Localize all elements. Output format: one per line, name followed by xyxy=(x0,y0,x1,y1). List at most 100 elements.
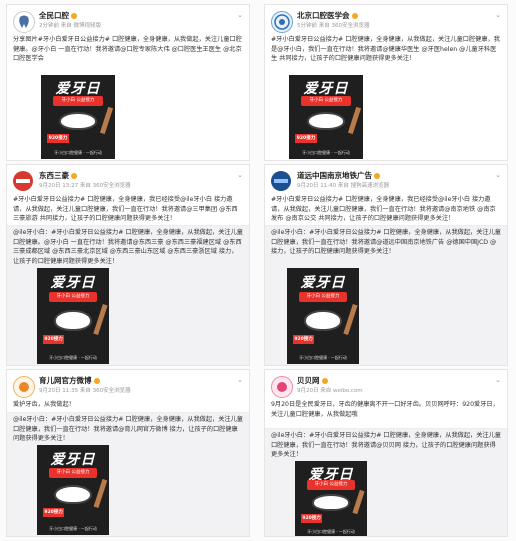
toothbrush-icon xyxy=(343,304,358,336)
weibo-post-card: 育儿网官方微博 9月20日 11:35 来自 360安全浏览器 ⌄ 爱护牙齿，从… xyxy=(6,369,250,537)
weibo-post-card: 东西三豪 9月20日 13:27 来自 360安全浏览器 ⌄ #牙小白爱牙日公益… xyxy=(6,164,250,366)
weibo-post-card: 道远中国南京地铁广告 9月20日 11:40 来自 搜狗高速浏览器 ⌄ #牙小白… xyxy=(264,164,508,366)
poster-ribbon: 牙小白 公益接力 xyxy=(300,96,352,106)
repost-text: @ile牙小白：#牙小白爱牙日公益接力# 口腔健康，全身健康，从我做起，关注儿童… xyxy=(271,229,501,255)
poster-ribbon: 牙小白 公益接力 xyxy=(306,480,356,490)
poster-ribbon: 牙小白 公益接力 xyxy=(298,292,348,302)
repost-text: @ile牙小白：#牙小白爱牙日公益接力# 口腔健康，全身健康，从我做起，关注儿童… xyxy=(271,432,501,458)
account-name[interactable]: 育儿网官方微博 xyxy=(39,375,100,386)
toothbrush-icon xyxy=(352,489,365,515)
post-meta: 9月20日 13:27 来自 360安全浏览器 xyxy=(39,183,131,189)
verified-icon xyxy=(374,173,380,179)
mouth-illustration-icon xyxy=(304,310,342,332)
mouth-illustration-icon xyxy=(58,111,98,131)
avatar[interactable] xyxy=(271,376,293,398)
account-name[interactable]: 北京口腔医学会 xyxy=(297,10,358,21)
post-meta: 9月20日 11:35 来自 360安全浏览器 xyxy=(39,388,131,394)
poster-ribbon: 牙小白 公益接力 xyxy=(48,292,98,302)
chevron-down-icon[interactable]: ⌄ xyxy=(495,376,501,384)
chevron-down-icon[interactable]: ⌄ xyxy=(237,11,243,19)
weibo-post-card: 北京口腔医学会 5分钟前 来自 360安全浏览器 ⌄ #牙小白爱牙日公益接力# … xyxy=(264,4,508,161)
repost-text: @ile牙小白：#牙小白爱牙日公益接力# 口腔健康，全身健康，从我做起，关注儿童… xyxy=(13,229,243,265)
verified-icon xyxy=(71,173,77,179)
poster-title: 爱牙日 xyxy=(50,451,96,468)
post-text: #牙小白爱牙日公益接力# 口腔健康，全身健康，我已经接受@ile牙小白 接力邀请… xyxy=(271,196,496,222)
poster-badge: 920接力 xyxy=(294,133,318,143)
post-meta: 5分钟前 来自 360安全浏览器 xyxy=(297,23,370,29)
mouth-illustration-icon xyxy=(312,494,350,512)
chevron-down-icon[interactable]: ⌄ xyxy=(495,11,501,19)
weibo-post-card: 全民口腔 2分钟前 来自 微博视频版 ⌄ 分享图片#牙小白爱牙日公益接力# 口腔… xyxy=(6,4,250,161)
post-header: 全民口腔 2分钟前 来自 微博视频版 ⌄ xyxy=(13,9,243,33)
post-meta: 9月20日 11:40 来自 搜狗高速浏览器 xyxy=(297,183,390,189)
weibo-post-card: 贝贝网 9月20日 来自 weibo.com ⌄ 9月20日是全民爱牙日，牙齿的… xyxy=(264,369,508,537)
poster-footer: 牙小白口腔健康 · 一起行动 xyxy=(49,526,97,532)
poster-image[interactable]: 爱牙日 牙小白 公益接力 920接力 牙小白口腔健康 · 一起行动 xyxy=(289,75,363,159)
post-text: 爱护牙齿，从我做起！ xyxy=(13,401,75,408)
post-text: #牙小白爱牙日公益接力# 口腔健康，全身健康，从我做起，关注儿童口腔健康，我是@… xyxy=(271,36,500,62)
brand-logo-icon xyxy=(16,179,30,183)
repost-block: @ile牙小白：#牙小白爱牙日公益接力# 口腔健康，全身健康，从我做起，关注儿童… xyxy=(7,412,249,536)
account-name[interactable]: 道远中国南京地铁广告 xyxy=(297,170,380,181)
avatar[interactable] xyxy=(13,11,35,33)
poster-badge: 920接力 xyxy=(42,508,65,517)
repost-block: @ile牙小白：#牙小白爱牙日公益接力# 口腔健康，全身健康，从我做起，关注儿童… xyxy=(265,428,507,536)
avatar[interactable] xyxy=(13,376,35,398)
poster-footer: 牙小白口腔健康 · 一起行动 xyxy=(307,528,355,534)
post-header: 东西三豪 9月20日 13:27 来自 360安全浏览器 ⌄ xyxy=(13,169,243,193)
chevron-down-icon[interactable]: ⌄ xyxy=(237,376,243,384)
verified-icon xyxy=(93,378,100,384)
post-text: 分享图片#牙小白爱牙日公益接力# 口腔健康，全身健康，从我做起，关注儿童口腔健康… xyxy=(13,36,242,62)
verified-icon xyxy=(351,13,358,19)
poster-title: 爱牙日 xyxy=(50,274,96,291)
verified-icon xyxy=(71,13,77,19)
account-name[interactable]: 全民口腔 xyxy=(39,10,77,21)
poster-badge: 920接力 xyxy=(300,514,323,524)
avatar[interactable] xyxy=(271,11,293,33)
toothbrush-icon xyxy=(93,304,108,336)
repost-block: @ile牙小白：#牙小白爱牙日公益接力# 口腔健康，全身健康，从我做起，关注儿童… xyxy=(7,225,249,365)
baby-logo-icon xyxy=(277,382,287,392)
avatar[interactable] xyxy=(13,171,33,191)
metro-logo-icon xyxy=(274,179,288,183)
poster-image[interactable]: 爱牙日 牙小白 公益接力 920接力 牙小白口腔健康 · 一起行动 xyxy=(295,461,367,536)
poster-title: 爱牙日 xyxy=(300,274,346,291)
post-meta: 9月20日 来自 weibo.com xyxy=(297,388,363,394)
post-header: 北京口腔医学会 5分钟前 来自 360安全浏览器 ⌄ xyxy=(271,9,501,33)
poster-image[interactable]: 爱牙日 牙小白 公益接力 920接力 牙小白口腔健康 · 一起行动 xyxy=(287,268,359,364)
avatar[interactable] xyxy=(271,171,291,191)
account-name[interactable]: 东西三豪 xyxy=(39,170,77,181)
weibo-collage: 全民口腔 2分钟前 来自 微博视频版 ⌄ 分享图片#牙小白爱牙日公益接力# 口腔… xyxy=(0,0,516,541)
poster-image[interactable]: 爱牙日 牙小白 公益接力 920接力 牙小白口腔健康 · 一起行动 xyxy=(37,268,109,364)
society-emblem-icon xyxy=(274,14,290,30)
chevron-down-icon[interactable]: ⌄ xyxy=(495,171,501,179)
poster-badge: 920接力 xyxy=(46,133,70,143)
poster-footer: 牙小白口腔健康 · 一起行动 xyxy=(302,150,350,156)
verified-icon xyxy=(321,378,328,384)
account-name[interactable]: 贝贝网 xyxy=(297,375,328,386)
poster-ribbon: 牙小白 公益接力 xyxy=(52,96,104,106)
repost-block: @ile牙小白：#牙小白爱牙日公益接力# 口腔健康，全身健康，从我做起，关注儿童… xyxy=(265,225,507,365)
post-meta: 2分钟前 来自 微博视频版 xyxy=(39,23,101,29)
poster-image[interactable]: 爱牙日 牙小白 公益接力 920接力 牙小白口腔健康 · 一起行动 xyxy=(41,75,115,159)
poster-badge: 920接力 xyxy=(292,335,315,345)
toothbrush-icon xyxy=(100,106,114,134)
mouth-illustration-icon xyxy=(306,111,346,131)
toothbrush-icon xyxy=(93,479,108,509)
mouth-illustration-icon xyxy=(54,484,92,505)
post-text: #牙小白爱牙日公益接力# 口腔健康，全身健康，我已经接受@ile牙小白 接力邀请… xyxy=(13,196,238,222)
poster-badge: 920接力 xyxy=(42,335,65,345)
post-header: 道远中国南京地铁广告 9月20日 11:40 来自 搜狗高速浏览器 ⌄ xyxy=(271,169,501,193)
poster-ribbon: 牙小白 公益接力 xyxy=(48,467,98,478)
parenting-logo-icon xyxy=(19,382,29,392)
poster-image[interactable]: 爱牙日 牙小白 公益接力 920接力 牙小白口腔健康 · 一起行动 xyxy=(37,445,109,535)
poster-footer: 牙小白口腔健康 · 一起行动 xyxy=(54,150,102,156)
toothbrush-icon xyxy=(348,106,362,134)
repost-text: @ile牙小白：#牙小白爱牙日公益接力# 口腔健康，全身健康，从我做起，关注儿童… xyxy=(13,416,243,442)
tooth-logo-icon xyxy=(19,15,29,28)
mouth-illustration-icon xyxy=(54,310,92,332)
post-header: 贝贝网 9月20日 来自 weibo.com ⌄ xyxy=(271,374,501,398)
post-header: 育儿网官方微博 9月20日 11:35 来自 360安全浏览器 ⌄ xyxy=(13,374,243,398)
chevron-down-icon[interactable]: ⌄ xyxy=(237,171,243,179)
poster-footer: 牙小白口腔健康 · 一起行动 xyxy=(299,355,347,361)
